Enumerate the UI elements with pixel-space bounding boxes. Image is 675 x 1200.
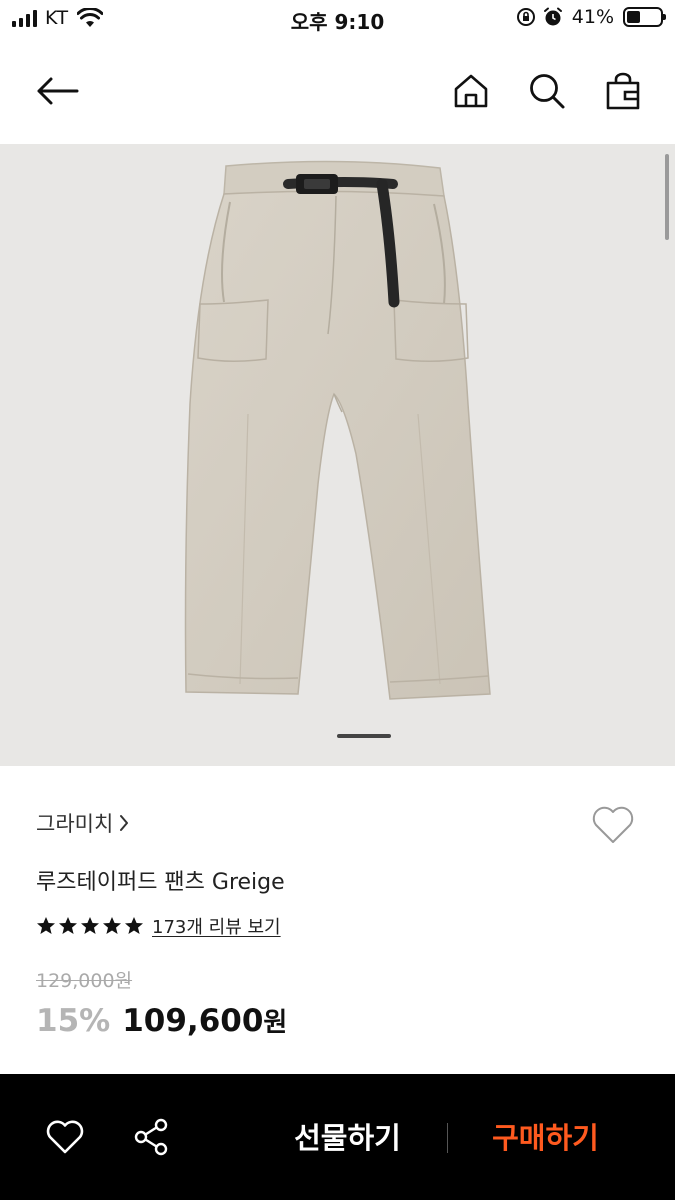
product-name: 루즈테이퍼드 팬츠 Greige — [36, 870, 285, 895]
status-bar: KT 오후 9:10 41% — [0, 0, 675, 38]
battery-percent: 41% — [571, 6, 614, 28]
review-link[interactable]: 173개 리뷰 보기 — [152, 913, 281, 939]
brand-link[interactable]: 그라미치 — [36, 808, 129, 838]
top-nav — [0, 38, 675, 144]
bottom-action-bar: 선물하기 구매하기 — [0, 1074, 675, 1200]
button-divider — [447, 1123, 448, 1153]
gallery-page-indicator — [337, 734, 391, 738]
brand-name: 그라미치 — [36, 812, 114, 836]
heart-icon — [46, 1120, 84, 1154]
sale-price-unit: 원 — [263, 1008, 288, 1038]
battery-level — [627, 11, 641, 23]
alarm-icon — [543, 7, 562, 26]
star-icon — [125, 917, 143, 934]
bottom-wishlist-button[interactable] — [42, 1114, 88, 1160]
arrow-left-icon — [37, 77, 79, 105]
price-row: 15% 109,600원 — [36, 1002, 287, 1039]
star-icon — [103, 917, 121, 934]
battery-icon — [623, 7, 666, 27]
rating-row: 173개 리뷰 보기 — [36, 913, 281, 939]
sale-price: 109,600원 — [122, 1002, 287, 1039]
product-image-gallery[interactable] — [0, 144, 675, 766]
discount-rate: 15% — [36, 1003, 111, 1039]
gift-button[interactable]: 선물하기 — [270, 1116, 425, 1160]
status-right: 41% — [516, 6, 666, 28]
star-icon — [37, 917, 55, 934]
heart-outline-icon — [592, 806, 634, 843]
home-icon — [454, 74, 488, 108]
original-price: 129,000원 — [36, 970, 133, 992]
back-button[interactable] — [34, 68, 80, 114]
shopping-bag-icon — [606, 72, 640, 110]
star-icon — [59, 917, 77, 934]
rating-stars — [36, 916, 144, 936]
buy-button[interactable]: 구매하기 — [468, 1116, 623, 1160]
share-button[interactable] — [128, 1114, 174, 1160]
product-photo-pants — [184, 160, 491, 700]
chevron-right-icon — [120, 815, 129, 831]
image-scroll-indicator — [665, 154, 669, 240]
search-icon — [530, 74, 565, 109]
share-icon — [134, 1118, 168, 1156]
search-button[interactable] — [524, 68, 570, 114]
star-icon — [81, 917, 99, 934]
orientation-lock-icon — [516, 8, 535, 26]
home-button[interactable] — [448, 68, 494, 114]
cart-button[interactable] — [600, 68, 646, 114]
sale-price-number: 109,600 — [122, 1003, 264, 1039]
wishlist-button[interactable] — [590, 804, 636, 850]
